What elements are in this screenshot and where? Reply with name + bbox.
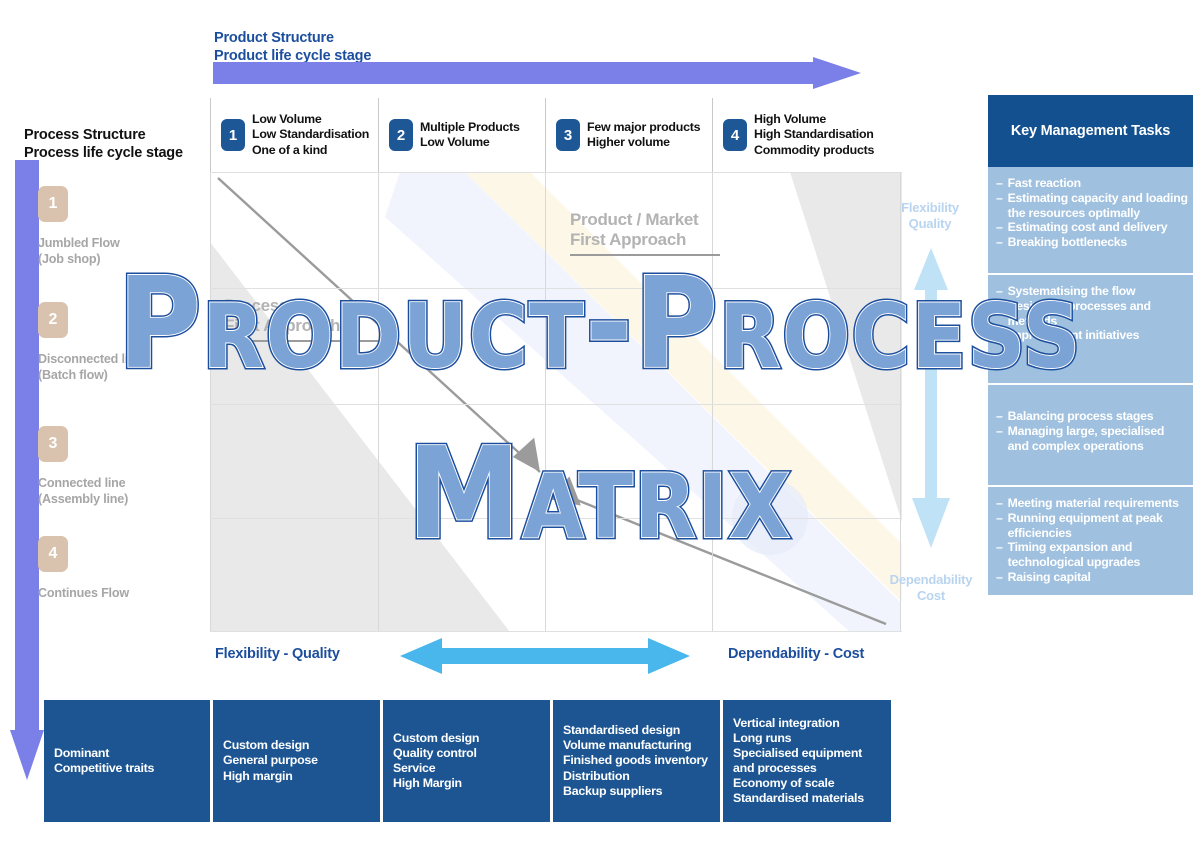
row-text-2: Disconnected line (Batch flow) bbox=[38, 352, 143, 382]
dash-icon: – bbox=[996, 328, 1003, 343]
diagram-canvas: Product Structure Product life cycle sta… bbox=[0, 0, 1200, 850]
kmt-item: – Fast reaction bbox=[996, 176, 1081, 190]
product-market-first-approach-label: Product / Market First Approach bbox=[570, 210, 720, 256]
kmt-item: – Estimating cost and delivery bbox=[996, 220, 1168, 235]
kmt-item: – Timing expansion and technological upgr… bbox=[996, 540, 1141, 569]
row-text-4: Continues Flow bbox=[38, 586, 129, 600]
column-label-3: Few major products Higher volume bbox=[587, 119, 701, 149]
product-process-matrix: 1 Low Volume Low Standardisation One of … bbox=[210, 98, 902, 633]
kmt-item: – Balancing process stages bbox=[996, 409, 1154, 423]
bottom-axis-left-label: Flexibility - Quality bbox=[215, 646, 340, 662]
key-management-tasks-panel: Key Management Tasks – Fast reaction – Est… bbox=[988, 95, 1193, 595]
column-label-4: High Volume High Standardisation Commodi… bbox=[754, 112, 875, 157]
flexibility-dependability-arrow bbox=[912, 248, 950, 548]
trait-text-0: Dominant Competitive traits bbox=[54, 745, 155, 775]
column-header-3: 3 Few major products Higher volume bbox=[545, 98, 712, 172]
trait-box-0: Dominant Competitive traits bbox=[44, 700, 210, 822]
dash-icon: – bbox=[996, 235, 1003, 249]
product-market-underline bbox=[570, 253, 720, 256]
column-header-4: 4 High Volume High Standardisation Commo… bbox=[712, 98, 902, 172]
gridline-v0 bbox=[210, 172, 212, 632]
product-structure-line1: Product Structure bbox=[214, 30, 334, 46]
kmt-item: – Estimating capacity and loading the res… bbox=[996, 190, 1188, 220]
row-label-1: 1 Jumbled Flow (Job shop) bbox=[38, 186, 203, 268]
kmt-item: – Raising capital bbox=[996, 569, 1091, 584]
row-label-3: 3 Connected line (Assembly line) bbox=[38, 426, 203, 508]
key-management-block-4: – Meeting material requirements – Running … bbox=[988, 487, 1193, 595]
row-label-4: 4 Continues Flow bbox=[38, 536, 203, 602]
process-structure-line2: Process life cycle stage bbox=[24, 145, 183, 162]
gridline-v1 bbox=[378, 172, 380, 632]
trait-box-3: Standardised design Volume manufacturing… bbox=[553, 700, 720, 822]
dash-icon: – bbox=[996, 569, 1003, 584]
dash-icon: – bbox=[996, 284, 1003, 298]
gridline-h2 bbox=[210, 404, 902, 406]
flexibility-dependability-horizontal-arrow bbox=[400, 638, 690, 674]
dash-icon: – bbox=[996, 409, 1003, 423]
dash-icon: – bbox=[996, 298, 1003, 313]
gridline-v2 bbox=[545, 172, 547, 632]
row-badge-1: 1 bbox=[38, 186, 68, 222]
key-management-tasks-title: Key Management Tasks bbox=[988, 95, 1193, 167]
flexibility-quality-label: Flexibility Quality bbox=[901, 200, 959, 232]
trait-box-2: Custom design Quality control Service Hi… bbox=[383, 700, 550, 822]
matrix-shading bbox=[210, 172, 902, 632]
process-structure-title: Process Structure Process life cycle sta… bbox=[24, 126, 183, 162]
column-badge-3: 3 bbox=[556, 119, 580, 151]
dash-icon: – bbox=[996, 190, 1003, 205]
kmt-item: – Meeting material requirements bbox=[996, 496, 1179, 510]
column-badge-4: 4 bbox=[723, 119, 747, 151]
bottom-axis-right-label: Dependability - Cost bbox=[728, 646, 865, 662]
gridline-v4 bbox=[900, 172, 902, 632]
row-label-2: 2 Disconnected line (Batch flow) bbox=[38, 302, 203, 384]
row-badge-2: 2 bbox=[38, 302, 68, 338]
gridline-h3 bbox=[210, 518, 902, 520]
kmt-item: – Breaking bottlenecks bbox=[996, 235, 1127, 249]
gridline-h0 bbox=[210, 172, 902, 174]
process-first-approach-label: Process First Approach bbox=[224, 296, 384, 342]
column-badge-1: 1 bbox=[221, 119, 245, 151]
column-header-2: 2 Multiple Products Low Volume bbox=[378, 98, 545, 172]
dash-icon: – bbox=[996, 540, 1003, 555]
dash-icon: – bbox=[996, 510, 1003, 525]
row-badge-4: 4 bbox=[38, 536, 68, 572]
key-management-block-3: – Balancing process stages – Managing larg… bbox=[988, 385, 1193, 487]
trait-box-1: Custom design General purpose High margi… bbox=[213, 700, 380, 822]
trait-text-2: Custom design Quality control Service Hi… bbox=[393, 730, 480, 791]
dash-icon: – bbox=[996, 496, 1003, 510]
kmt-item: – Designing processes and methods bbox=[996, 298, 1151, 328]
kmt-item: – Running equipment at peak efficiencies bbox=[996, 510, 1163, 540]
trait-text-3: Standardised design Volume manufacturing… bbox=[563, 723, 708, 798]
column-label-1: Low Volume Low Standardisation One of a … bbox=[252, 112, 370, 157]
dash-icon: – bbox=[996, 220, 1003, 235]
gridline-h1 bbox=[210, 288, 902, 290]
column-label-2: Multiple Products Low Volume bbox=[420, 119, 520, 149]
row-badge-3: 3 bbox=[38, 426, 68, 462]
key-management-block-1: – Fast reaction – Estimating capacity and … bbox=[988, 167, 1193, 275]
row-text-3: Connected line (Assembly line) bbox=[38, 476, 129, 506]
trait-text-1: Custom design General purpose High margi… bbox=[223, 738, 318, 783]
kmt-item: – Systematising the flow bbox=[996, 284, 1136, 298]
kmt-item: – Managing large, specialised and complex… bbox=[996, 423, 1165, 453]
trait-text-4: Vertical integration Long runs Specialis… bbox=[733, 715, 864, 806]
key-management-block-2: – Systematising the flow – Designing proce… bbox=[988, 275, 1193, 385]
column-header-1: 1 Low Volume Low Standardisation One of … bbox=[210, 98, 378, 172]
product-lifecycle-arrow bbox=[213, 57, 861, 89]
row-text-1: Jumbled Flow (Job shop) bbox=[38, 236, 120, 266]
dependability-cost-label: Dependability Cost bbox=[889, 572, 973, 604]
column-badge-2: 2 bbox=[389, 119, 413, 151]
kmt-item: – Improvement initiatives bbox=[996, 328, 1140, 343]
dominant-competitive-traits-row: Dominant Competitive traits Custom desig… bbox=[44, 700, 891, 822]
process-structure-line1: Process Structure bbox=[24, 127, 146, 143]
dash-icon: – bbox=[996, 423, 1003, 438]
gridline-h4 bbox=[210, 631, 902, 633]
trait-box-4: Vertical integration Long runs Specialis… bbox=[723, 700, 891, 822]
dash-icon: – bbox=[996, 176, 1003, 190]
process-underline bbox=[224, 339, 384, 342]
